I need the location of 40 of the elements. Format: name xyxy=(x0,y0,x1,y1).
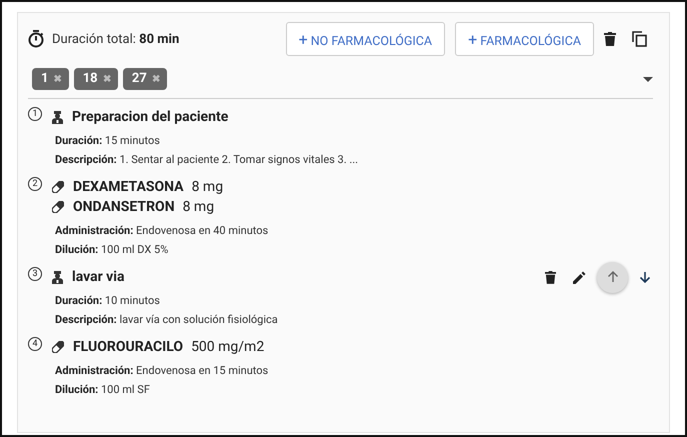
step-number: 4 xyxy=(28,337,42,351)
detail-text: Duración: 10 minutos xyxy=(55,293,161,309)
tag-chip[interactable]: 27 ✖ xyxy=(122,68,168,90)
up-arrow-icon xyxy=(606,271,618,283)
stopwatch-icon xyxy=(28,30,44,48)
dropdown-icon[interactable] xyxy=(643,76,653,82)
detail-text: Duración: 15 minutos xyxy=(55,133,161,149)
dose-text: 8 mg xyxy=(192,179,224,195)
add-button[interactable]: + FARMACOLÓGICA xyxy=(455,22,594,56)
copy-icon[interactable] xyxy=(632,31,647,47)
detail-text: Dilución: 100 ml DX 5% xyxy=(55,242,170,258)
move-up-button[interactable] xyxy=(597,262,628,292)
detail-text: Administración: Endovenosa en 15 minutos xyxy=(55,363,270,379)
step-title: Preparacion del paciente xyxy=(72,109,228,125)
delete-icon[interactable] xyxy=(545,270,556,284)
pill-icon xyxy=(52,181,64,193)
edit-icon[interactable] xyxy=(573,270,586,284)
nurse-icon xyxy=(52,110,63,124)
detail-text: Administración: Endovenosa en 40 minutos xyxy=(55,223,270,239)
step-title: lavar via xyxy=(72,269,124,285)
step-number: 2 xyxy=(28,177,42,191)
nurse-icon xyxy=(52,270,63,284)
total-duration: Duración total: 80 min xyxy=(52,32,180,46)
tag-chip[interactable]: 18 ✖ xyxy=(74,68,118,90)
move-down-icon[interactable] xyxy=(639,271,651,283)
step-title: ONDANSETRON xyxy=(73,199,175,215)
pill-icon xyxy=(52,341,64,353)
step-title: DEXAMETASONA xyxy=(73,179,184,195)
dose-text: 500 mg/m2 xyxy=(191,339,264,355)
step-number: 1 xyxy=(28,107,42,121)
step-number: 3 xyxy=(28,267,42,281)
add-button[interactable]: + NO FARMACOLÓGICA xyxy=(286,22,446,56)
pill-icon xyxy=(52,201,64,213)
detail-text: Dilución: 100 ml SF xyxy=(55,382,151,398)
dose-text: 8 mg xyxy=(182,199,214,215)
step-title: FLUOROURACILO xyxy=(73,339,184,355)
delete-icon[interactable] xyxy=(604,32,616,46)
detail-text: Descripción: lavar vía con solución fisiológica xyxy=(55,312,279,328)
detail-text: Descripción: 1. Sentar al paciente 2. Tomar signos vitales 3. ... xyxy=(55,152,360,168)
tag-chip[interactable]: 1 ✖ xyxy=(32,68,69,90)
